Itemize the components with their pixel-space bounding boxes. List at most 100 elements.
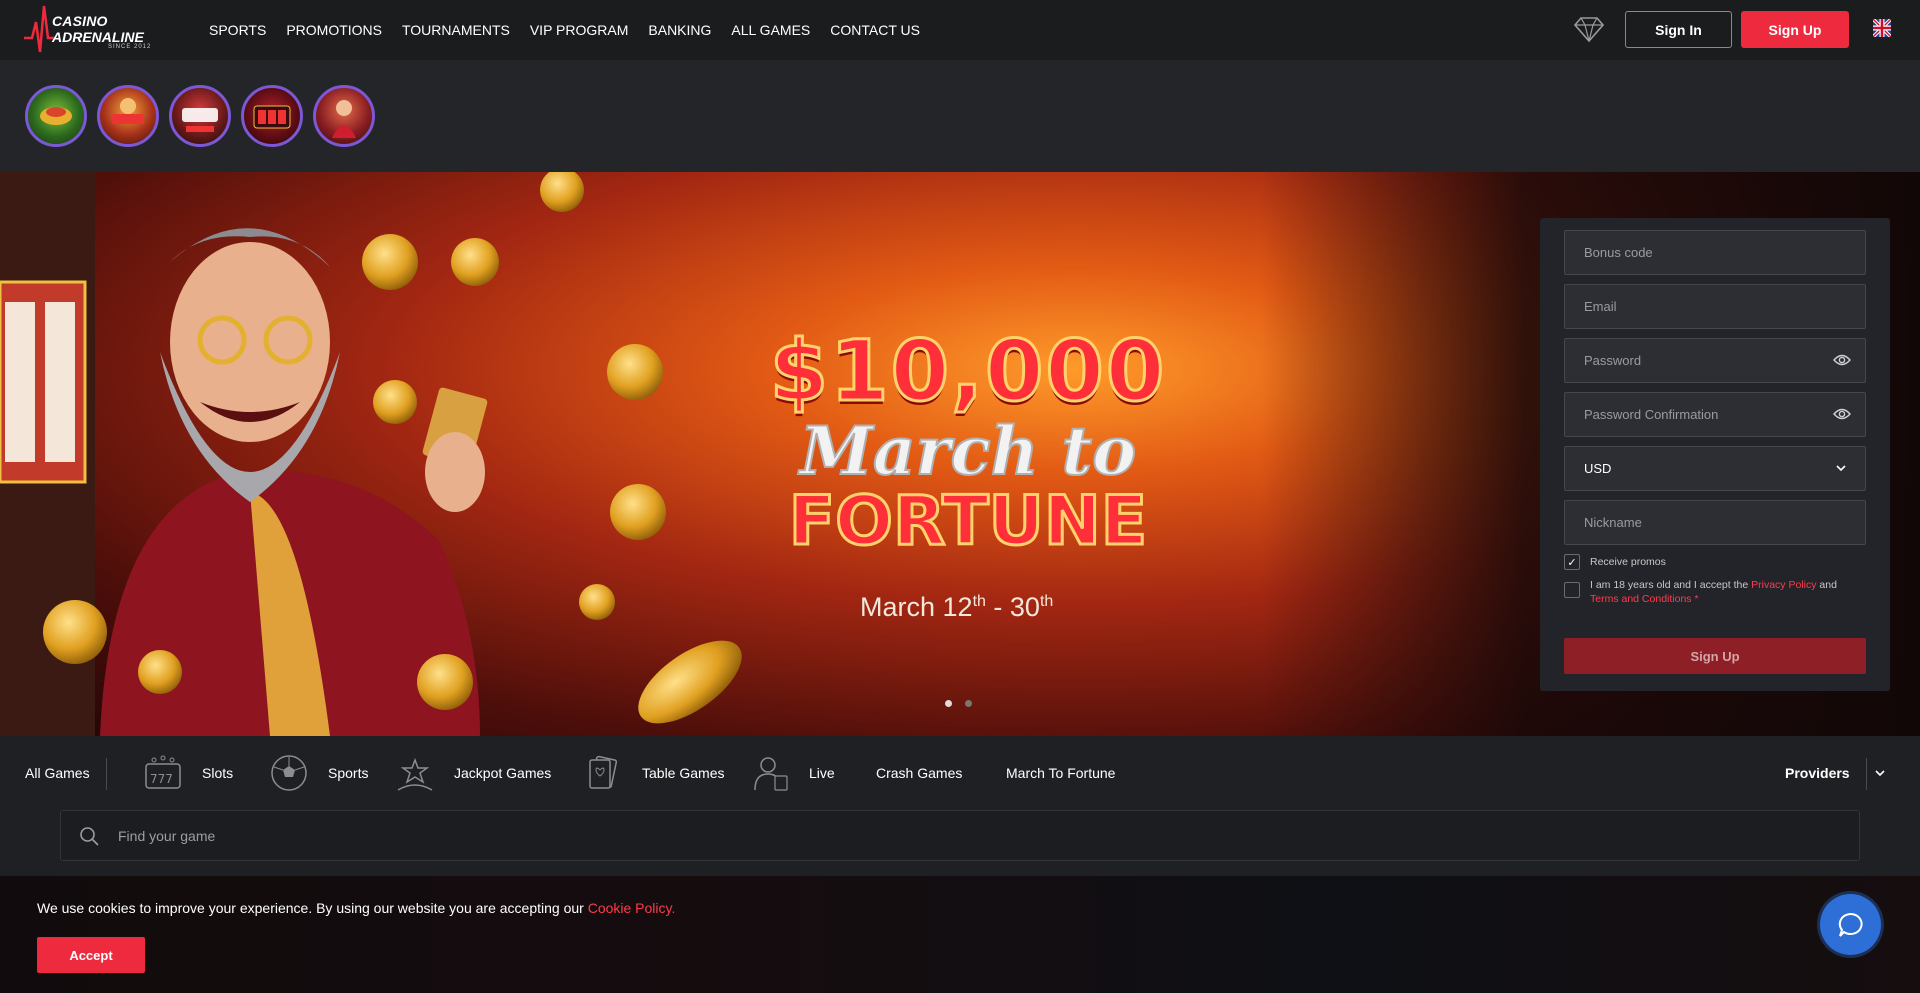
category-divider [106,758,107,790]
nav-contact-us[interactable]: CONTACT US [830,22,920,38]
promo-story-2[interactable] [97,85,159,147]
terms-text: I am 18 years old and I accept the Priva… [1590,578,1837,606]
hero-line2: FORTUNE [787,482,1149,561]
cookie-accept-button[interactable]: Accept [37,937,145,973]
receive-promos-label: Receive promos [1590,556,1666,568]
promo-stories-strip [0,60,1920,172]
providers-dropdown[interactable]: Providers [1785,736,1850,810]
terms-conditions-link[interactable]: Terms and Conditions [1590,593,1692,605]
required-mark: * [1691,593,1699,605]
currency-select[interactable]: USD [1564,446,1866,491]
password-placeholder: Password [1584,353,1642,368]
signup-form-panel: Bonus code Email Password Password Confi… [1540,218,1890,691]
category-table-games-label: Table Games [642,765,725,781]
live-chat-button[interactable] [1820,894,1881,955]
cookie-banner: We use cookies to improve your experienc… [0,876,1920,993]
password-confirmation-field[interactable]: Password Confirmation [1564,392,1866,437]
uk-flag-icon[interactable] [1873,19,1891,37]
hero-date-sep: - 30 [985,592,1040,622]
hero-amount: $10,000 [768,321,1167,422]
promo-story-4[interactable] [241,85,303,147]
category-sports[interactable]: Sports [270,736,368,810]
terms-row: I am 18 years old and I accept the Priva… [1564,578,1864,606]
hero-line1: March to [799,412,1137,490]
hero-date-start-suffix: th [972,593,986,610]
diamond-icon[interactable] [1574,15,1604,43]
carousel-dot-2[interactable] [965,700,972,707]
category-slots[interactable]: 777 Slots [144,736,233,810]
chevron-down-icon[interactable] [1874,768,1886,778]
logo-line2: ADRENALINE [52,29,144,45]
chat-bubble-icon [1838,912,1863,937]
password-field[interactable]: Password [1564,338,1866,383]
nav-promotions[interactable]: PROMOTIONS [286,22,382,38]
nickname-field[interactable]: Nickname [1564,500,1866,545]
category-march-to-fortune[interactable]: March To Fortune [1006,736,1115,810]
providers-divider [1866,758,1867,790]
slot-machine-icon: 777 [145,755,181,789]
privacy-policy-link[interactable]: Privacy Policy [1751,579,1816,591]
bonus-code-field[interactable]: Bonus code [1564,230,1866,275]
live-dealer-icon [754,757,788,791]
carousel-dot-1[interactable] [945,700,952,707]
terms-and: and [1816,579,1837,591]
sign-in-button[interactable]: Sign In [1625,11,1732,48]
cookie-text: We use cookies to improve your experienc… [37,900,675,916]
jackpot-star-icon [397,757,433,791]
search-icon [80,827,99,846]
nav-sports[interactable]: SPORTS [209,22,266,38]
svg-text:777: 777 [150,772,173,786]
main-nav: SPORTS PROMOTIONS TOURNAMENTS VIP PROGRA… [209,0,940,60]
eye-icon[interactable] [1833,353,1851,367]
playing-cards-icon [589,755,618,789]
promo-story-1-art [40,107,72,125]
promo-story-1[interactable] [25,85,87,147]
currency-value: USD [1584,461,1612,476]
promo-story-5-art [332,100,356,138]
promo-story-2-art [112,98,144,124]
signup-submit-button[interactable]: Sign Up [1564,638,1866,674]
casino-logo[interactable]: CASINO ADRENALINE SINCE 2012 [24,4,164,56]
hero-date-start: March 12 [860,592,973,622]
nav-all-games[interactable]: ALL GAMES [731,22,810,38]
chevron-down-icon [1836,465,1846,472]
nav-tournaments[interactable]: TOURNAMENTS [402,22,510,38]
nav-banking[interactable]: BANKING [648,22,711,38]
terms-checkbox[interactable] [1564,582,1580,598]
promo-story-4-art [253,105,291,129]
promo-story-3-art [182,108,218,132]
terms-prefix: I am 18 years old and I accept the [1590,579,1752,591]
search-input[interactable] [118,811,1818,860]
category-table-games[interactable]: Table Games [584,736,724,810]
receive-promos-checkbox[interactable]: ✓ [1564,554,1580,570]
category-live[interactable]: Live [751,736,835,810]
nav-vip-program[interactable]: VIP PROGRAM [530,22,629,38]
category-sports-label: Sports [328,765,369,781]
logo-since: SINCE 2012 [108,44,152,50]
hero-carousel-dots [945,700,972,707]
promo-story-3[interactable] [169,85,231,147]
cookie-message: We use cookies to improve your experienc… [37,900,588,916]
eye-icon[interactable] [1833,407,1851,421]
top-header: CASINO ADRENALINE SINCE 2012 SPORTS PROM… [0,0,1920,60]
game-categories-bar: All Games 777 Slots Sports Jackpot Games… [0,736,1920,810]
category-jackpot-games[interactable]: Jackpot Games [396,736,551,810]
receive-promos-row: ✓ Receive promos [1564,554,1666,570]
hero-title: $10,000 March to FORTUNE [688,321,1248,561]
category-live-label: Live [809,765,835,781]
category-all-games[interactable]: All Games [25,736,90,810]
hero-date-end-suffix: th [1039,593,1054,610]
hero-date: March 12th - 30th [860,592,1053,623]
category-slots-label: Slots [202,765,234,781]
heartbeat-logo-icon [24,5,54,53]
password-confirmation-placeholder: Password Confirmation [1584,407,1719,422]
cookie-policy-link[interactable]: Cookie Policy. [588,900,676,916]
sign-up-button[interactable]: Sign Up [1741,11,1849,48]
category-crash-games[interactable]: Crash Games [876,736,962,810]
game-search-bar [60,810,1860,861]
logo-line1: CASINO [52,13,108,29]
promo-story-5[interactable] [313,85,375,147]
category-jackpot-label: Jackpot Games [454,765,552,781]
email-field[interactable]: Email [1564,284,1866,329]
soccer-ball-icon [271,755,307,791]
